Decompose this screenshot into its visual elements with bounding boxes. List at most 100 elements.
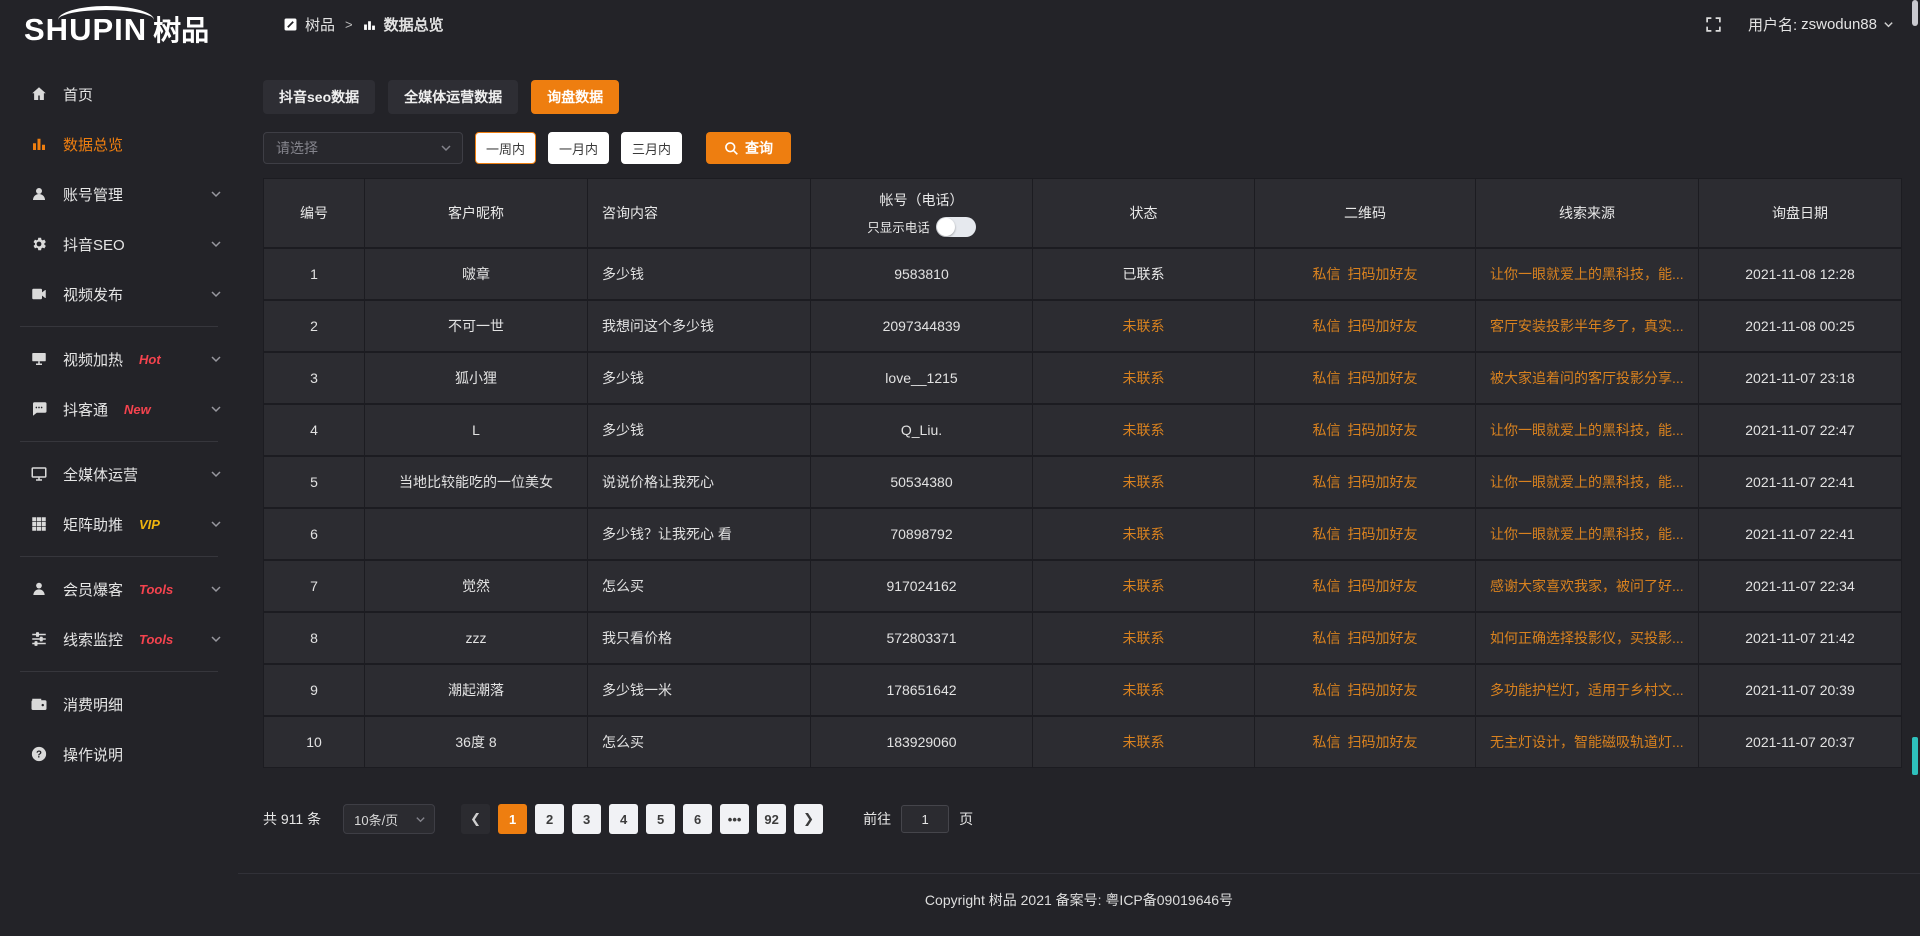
- cell-source[interactable]: 让你一眼就爱上的黑科技，能...: [1476, 457, 1698, 507]
- monitor-icon: [30, 465, 48, 483]
- private-msg-link[interactable]: 私信: [1313, 368, 1341, 388]
- cell-account: 178651642: [811, 665, 1032, 715]
- page-button-92[interactable]: 92: [757, 804, 786, 834]
- cell-source[interactable]: 无主灯设计，智能磁吸轨道灯...: [1476, 717, 1698, 767]
- sidebar-item-badge: VIP: [139, 517, 160, 532]
- sidebar-item-lead-monitor[interactable]: 线索监控Tools: [0, 614, 238, 664]
- cell-qr[interactable]: 私信扫码加好友: [1255, 353, 1475, 403]
- logo: SHUPIN 树品: [0, 0, 238, 45]
- sidebar-item-account-management[interactable]: 账号管理: [0, 169, 238, 219]
- filter-select-placeholder: 请选择: [276, 138, 318, 158]
- cell-no: 7: [264, 561, 364, 611]
- cell-inquiry: 怎么买: [588, 561, 810, 611]
- scan-add-friend-link[interactable]: 扫码加好友: [1348, 732, 1418, 752]
- cell-qr[interactable]: 私信扫码加好友: [1255, 665, 1475, 715]
- footer: Copyright 树品 2021 备案号: 粤ICP备09019646号: [238, 873, 1920, 936]
- sidebar-item-home[interactable]: 首页: [0, 69, 238, 119]
- sidebar-item-operation-guide[interactable]: ?操作说明: [0, 729, 238, 779]
- phone-only-toggle[interactable]: [936, 217, 976, 237]
- sidebar-item-consumption-detail[interactable]: 消费明细: [0, 679, 238, 729]
- page-button-2[interactable]: 2: [535, 804, 564, 834]
- logo-text-cn: 树品: [153, 16, 209, 45]
- private-msg-link[interactable]: 私信: [1313, 420, 1341, 440]
- cell-nickname: 潮起潮落: [365, 665, 587, 715]
- cell-source[interactable]: 如何正确选择投影仪，买投影...: [1476, 613, 1698, 663]
- column-header-2: 咨询内容: [588, 179, 810, 247]
- cell-qr[interactable]: 私信扫码加好友: [1255, 561, 1475, 611]
- sidebar-item-douyin-seo[interactable]: 抖音SEO: [0, 219, 238, 269]
- scan-add-friend-link[interactable]: 扫码加好友: [1348, 472, 1418, 492]
- sidebar-item-matrix-boost[interactable]: 矩阵助推VIP: [0, 499, 238, 549]
- cell-source[interactable]: 让你一眼就爱上的黑科技，能...: [1476, 509, 1698, 559]
- page-button-5[interactable]: 5: [646, 804, 675, 834]
- period-button-2[interactable]: 三月内: [621, 132, 682, 164]
- tab-inquiry-data[interactable]: 询盘数据: [531, 80, 619, 114]
- tab-douyin-seo-data[interactable]: 抖音seo数据: [263, 80, 375, 114]
- cell-date: 2021-11-07 22:41: [1699, 509, 1901, 559]
- scan-add-friend-link[interactable]: 扫码加好友: [1348, 576, 1418, 596]
- tab-omni-media-data[interactable]: 全媒体运营数据: [388, 80, 518, 114]
- cell-qr[interactable]: 私信扫码加好友: [1255, 457, 1475, 507]
- main-content: 抖音seo数据全媒体运营数据询盘数据 请选择 一周内一月内三月内 查询 编号客户…: [238, 48, 1920, 936]
- chevron-down-icon: [210, 238, 222, 250]
- goto-page-input[interactable]: [901, 805, 949, 833]
- private-msg-link[interactable]: 私信: [1313, 680, 1341, 700]
- scan-add-friend-link[interactable]: 扫码加好友: [1348, 524, 1418, 544]
- scan-add-friend-link[interactable]: 扫码加好友: [1348, 420, 1418, 440]
- next-page-button[interactable]: ❯: [794, 804, 823, 834]
- page-button-6[interactable]: 6: [683, 804, 712, 834]
- sidebar-item-douketong[interactable]: 抖客通New: [0, 384, 238, 434]
- period-button-1[interactable]: 一月内: [548, 132, 609, 164]
- cell-qr[interactable]: 私信扫码加好友: [1255, 613, 1475, 663]
- cell-source[interactable]: 被大家追着问的客厅投影分享...: [1476, 353, 1698, 403]
- prev-page-button[interactable]: ❮: [461, 804, 490, 834]
- scrollbar-thumb[interactable]: [1912, 0, 1918, 26]
- cell-qr[interactable]: 私信扫码加好友: [1255, 405, 1475, 455]
- scan-add-friend-link[interactable]: 扫码加好友: [1348, 368, 1418, 388]
- cell-nickname: 觉然: [365, 561, 587, 611]
- cell-qr[interactable]: 私信扫码加好友: [1255, 249, 1475, 299]
- private-msg-link[interactable]: 私信: [1313, 472, 1341, 492]
- scan-add-friend-link[interactable]: 扫码加好友: [1348, 316, 1418, 336]
- phone-toggle-label: 只显示电话: [867, 217, 930, 236]
- private-msg-link[interactable]: 私信: [1313, 264, 1341, 284]
- sidebar-item-omni-media[interactable]: 全媒体运营: [0, 449, 238, 499]
- cell-no: 10: [264, 717, 364, 767]
- cell-source[interactable]: 客厅安装投影半年多了，真实...: [1476, 301, 1698, 351]
- chevron-down-icon: [415, 814, 426, 825]
- cell-qr[interactable]: 私信扫码加好友: [1255, 717, 1475, 767]
- cell-qr[interactable]: 私信扫码加好友: [1255, 301, 1475, 351]
- sidebar-item-data-overview[interactable]: 数据总览: [0, 119, 238, 169]
- private-msg-link[interactable]: 私信: [1313, 316, 1341, 336]
- scan-add-friend-link[interactable]: 扫码加好友: [1348, 628, 1418, 648]
- sidebar-item-member-burst[interactable]: 会员爆客Tools: [0, 564, 238, 614]
- user-menu[interactable]: 用户名: zswodun88: [1748, 14, 1894, 35]
- private-msg-link[interactable]: 私信: [1313, 576, 1341, 596]
- scan-add-friend-link[interactable]: 扫码加好友: [1348, 680, 1418, 700]
- breadcrumb-root[interactable]: 树品: [305, 14, 335, 35]
- page-size-select[interactable]: 10条/页: [343, 804, 435, 834]
- fullscreen-icon[interactable]: [1705, 16, 1722, 33]
- cell-status: 未联系: [1033, 561, 1254, 611]
- filter-select[interactable]: 请选择: [263, 132, 463, 164]
- period-button-0[interactable]: 一周内: [475, 132, 536, 164]
- cell-source[interactable]: 多功能护栏灯，适用于乡村文...: [1476, 665, 1698, 715]
- cell-nickname: 不可一世: [365, 301, 587, 351]
- private-msg-link[interactable]: 私信: [1313, 732, 1341, 752]
- sidebar-item-video-publish[interactable]: 视频发布: [0, 269, 238, 319]
- cell-account: 2097344839: [811, 301, 1032, 351]
- page-button-4[interactable]: 4: [609, 804, 638, 834]
- private-msg-link[interactable]: 私信: [1313, 524, 1341, 544]
- private-msg-link[interactable]: 私信: [1313, 628, 1341, 648]
- cell-source[interactable]: 让你一眼就爱上的黑科技，能...: [1476, 405, 1698, 455]
- cell-source[interactable]: 感谢大家喜欢我家，被问了好...: [1476, 561, 1698, 611]
- sidebar-item-video-heat[interactable]: 视频加热Hot: [0, 334, 238, 384]
- page-button-3[interactable]: 3: [572, 804, 601, 834]
- cell-qr[interactable]: 私信扫码加好友: [1255, 509, 1475, 559]
- more-pages-button[interactable]: •••: [720, 804, 749, 834]
- page-buttons: ❮ 123456 ••• 92 ❯: [435, 804, 823, 834]
- cell-source[interactable]: 让你一眼就爱上的黑科技，能...: [1476, 249, 1698, 299]
- search-button[interactable]: 查询: [706, 132, 791, 164]
- scan-add-friend-link[interactable]: 扫码加好友: [1348, 264, 1418, 284]
- page-button-1[interactable]: 1: [498, 804, 527, 834]
